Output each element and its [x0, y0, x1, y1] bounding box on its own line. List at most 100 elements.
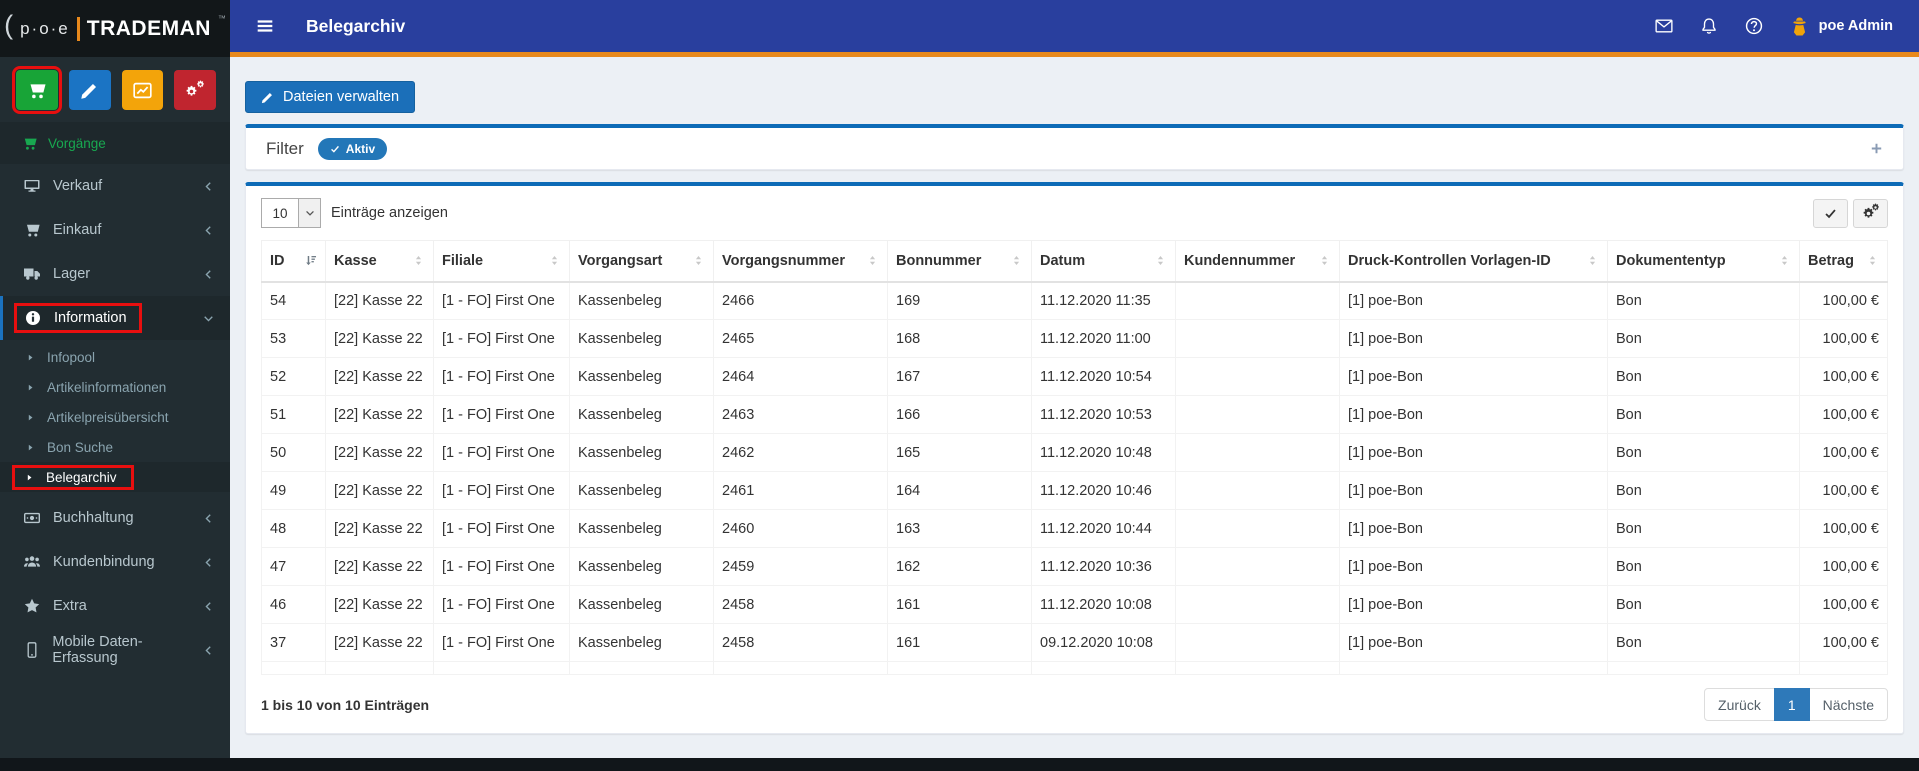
table-cell: 11.12.2020 11:35: [1031, 281, 1176, 320]
table-empty-row: [261, 661, 1888, 675]
table-cell: 100,00 €: [1799, 433, 1888, 472]
chevron-down-icon: [203, 313, 214, 324]
sidebar-item-einkauf[interactable]: Einkauf: [0, 208, 230, 252]
column-header-kasse[interactable]: Kasse: [325, 240, 434, 283]
column-header-dokumententyp[interactable]: Dokumententyp: [1607, 240, 1800, 283]
sidebar-item-buchhaltung[interactable]: Buchhaltung: [0, 496, 230, 540]
table-cell: [22] Kasse 22: [325, 319, 434, 358]
sidebar-item-verkauf[interactable]: Verkauf: [0, 164, 230, 208]
table-cell: Kassenbeleg: [569, 433, 714, 472]
column-header-betrag[interactable]: Betrag: [1799, 240, 1888, 283]
sort-icon: [1318, 254, 1331, 267]
sidebar-subitem-artikelinformationen[interactable]: Artikelinformationen: [0, 372, 230, 402]
sidebar-item-lager[interactable]: Lager: [0, 252, 230, 296]
table-cell: [22] Kasse 22: [325, 585, 434, 624]
entries-summary: 1 bis 10 von 10 Einträgen: [261, 696, 430, 713]
table-cell: 2465: [713, 319, 888, 358]
table-cell: Kassenbeleg: [569, 623, 714, 662]
annotation-highlight: Belegarchiv: [12, 464, 134, 490]
table-cell: 11.12.2020 10:08: [1031, 585, 1176, 624]
sidebar-item-extra[interactable]: Extra: [0, 584, 230, 628]
table-cell: [1 - FO] First One: [433, 585, 570, 624]
user-menu[interactable]: poe Admin: [1790, 16, 1893, 36]
sort-icon: [548, 254, 561, 267]
table-cell: 2463: [713, 395, 888, 434]
column-label: Vorgangsart: [578, 252, 663, 269]
annotation-highlight: Information: [14, 303, 142, 333]
table-cell: [1] poe-Bon: [1339, 395, 1608, 434]
table-cell: 52: [261, 357, 326, 396]
column-header-id[interactable]: ID: [261, 240, 326, 283]
column-label: Filiale: [442, 252, 484, 269]
column-header-kundennummer[interactable]: Kundennummer: [1175, 240, 1340, 283]
check-icon: [1824, 207, 1837, 220]
page-size-select[interactable]: 10: [261, 198, 321, 228]
select-visible-button[interactable]: [1813, 198, 1848, 228]
money-icon: [22, 510, 42, 526]
column-header-bonnummer[interactable]: Bonnummer: [887, 240, 1032, 283]
table-cell: [1175, 661, 1340, 675]
table-row[interactable]: 51 [22] Kasse 22 [1 - FO] First One Kassenb…: [261, 395, 1888, 434]
logo-trademark: ™: [217, 14, 226, 23]
sidebar-item-mobile-daten-erfassung[interactable]: Mobile Daten-Erfassung: [0, 628, 230, 672]
table-row[interactable]: 46 [22] Kasse 22 [1 - FO] First One Kassenb…: [261, 585, 1888, 624]
sidebar-item-information[interactable]: Information: [0, 296, 230, 340]
sidebar-subitem-bon-suche[interactable]: Bon Suche: [0, 432, 230, 462]
table-row[interactable]: 53 [22] Kasse 22 [1 - FO] First One Kassenb…: [261, 319, 1888, 358]
table-row[interactable]: 54 [22] Kasse 22 [1 - FO] First One Kassenb…: [261, 281, 1888, 320]
sidebar-subitem-artikelpreisuebersicht[interactable]: Artikelpreisübersicht: [0, 402, 230, 432]
shortcut-chart-button[interactable]: [121, 70, 164, 110]
table-row[interactable]: 37 [22] Kasse 22 [1 - FO] First One Kassenb…: [261, 623, 1888, 662]
sidebar-subitem-belegarchiv[interactable]: Belegarchiv: [0, 462, 230, 492]
mail-icon[interactable]: [1655, 17, 1673, 35]
pagination-prev-button[interactable]: Zurück: [1704, 688, 1775, 721]
column-header-druck-kontrollen-vorlagen-id[interactable]: Druck-Kontrollen Vorlagen-ID: [1339, 240, 1608, 283]
table-cell: [713, 661, 888, 675]
pagination-page-1-button[interactable]: 1: [1773, 688, 1810, 721]
table-row[interactable]: 49 [22] Kasse 22 [1 - FO] First One Kassenb…: [261, 471, 1888, 510]
help-icon[interactable]: [1745, 17, 1763, 35]
table-cell: Bon: [1607, 357, 1800, 396]
pagination-next-button[interactable]: Nächste: [1808, 688, 1888, 721]
sidebar-item-label: Mobile Daten-Erfassung: [52, 634, 143, 666]
table-cell: 11.12.2020 10:46: [1031, 471, 1176, 510]
bell-icon[interactable]: [1700, 17, 1718, 35]
sidebar-subitem-infopool[interactable]: Infopool: [0, 342, 230, 372]
table-row[interactable]: 52 [22] Kasse 22 [1 - FO] First One Kassenb…: [261, 357, 1888, 396]
column-header-datum[interactable]: Datum: [1031, 240, 1176, 283]
table-cell: Bon: [1607, 395, 1800, 434]
table-row[interactable]: 48 [22] Kasse 22 [1 - FO] First One Kassenb…: [261, 509, 1888, 548]
shortcut-settings-button[interactable]: [174, 70, 216, 110]
sidebar-subitem-label: Belegarchiv: [46, 469, 117, 485]
column-settings-button[interactable]: [1853, 198, 1888, 228]
shortcut-edit-button[interactable]: [68, 70, 111, 110]
chevron-left-icon: [203, 645, 214, 656]
column-header-vorgangsart[interactable]: Vorgangsart: [569, 240, 714, 283]
column-header-vorgangsnummer[interactable]: Vorgangsnummer: [713, 240, 888, 283]
desktop-icon: [22, 178, 42, 194]
chevron-left-icon: [203, 269, 214, 280]
bars-icon[interactable]: [256, 17, 274, 35]
filter-panel: Filter Aktiv: [245, 124, 1904, 170]
shortcut-cart-button[interactable]: [12, 66, 62, 114]
sidebar-item-kundenbindung[interactable]: Kundenbindung: [0, 540, 230, 584]
table-footer: 1 bis 10 von 10 Einträgen Zurück 1 Nächs…: [261, 688, 1888, 721]
table-cell: 50: [261, 433, 326, 472]
table-cell: [1 - FO] First One: [433, 357, 570, 396]
sidebar-section-vorgaenge[interactable]: Vorgänge: [0, 122, 230, 164]
manage-files-button[interactable]: Dateien verwalten: [245, 81, 416, 113]
column-label: Dokumententyp: [1616, 252, 1726, 269]
sidebar-item-label: Information: [54, 310, 127, 326]
filter-expand-button[interactable]: [1870, 142, 1883, 155]
table-cell: Kassenbeleg: [569, 319, 714, 358]
cart-icon: [27, 81, 46, 100]
table-row[interactable]: 50 [22] Kasse 22 [1 - FO] First One Kassenb…: [261, 433, 1888, 472]
table-panel: 10 Einträge anzeigen ID Kasse Filiale Vo…: [245, 182, 1904, 734]
table-cell: [1175, 623, 1340, 662]
table-cell: [22] Kasse 22: [325, 357, 434, 396]
table-cell: 2460: [713, 509, 888, 548]
table-row[interactable]: 47 [22] Kasse 22 [1 - FO] First One Kassenb…: [261, 547, 1888, 586]
column-header-filiale[interactable]: Filiale: [433, 240, 570, 283]
table-cell: [22] Kasse 22: [325, 547, 434, 586]
table-cell: 161: [887, 585, 1032, 624]
